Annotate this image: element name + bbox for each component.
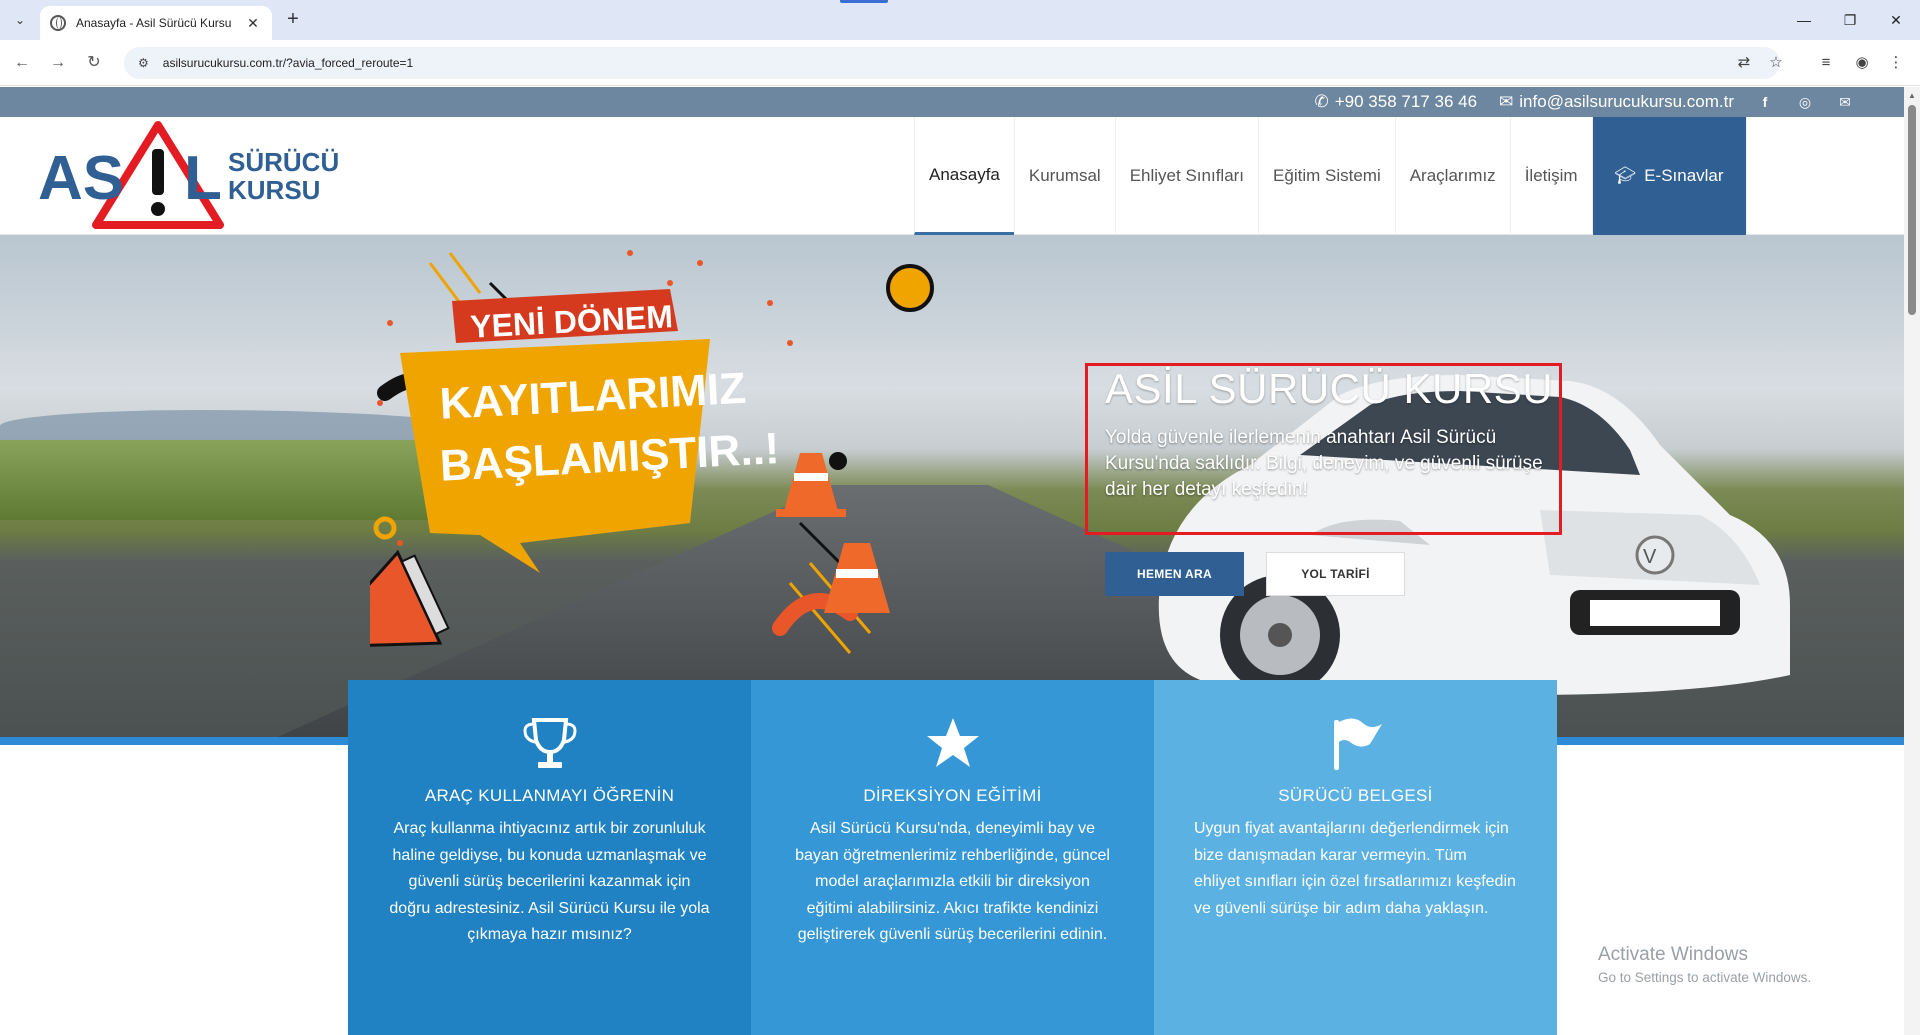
instagram-icon[interactable]: ◎	[1796, 94, 1814, 111]
feature-title: SÜRÜCÜ BELGESİ	[1278, 786, 1433, 805]
flag-icon	[1194, 714, 1517, 774]
feature-boxes: ARAÇ KULLANMAYI ÖĞRENİN Araç kullanma ih…	[348, 680, 1557, 1035]
close-window-button[interactable]: ✕	[1876, 8, 1916, 32]
scroll-up-arrow-icon[interactable]: ▲	[1908, 91, 1916, 100]
hemen-ara-button[interactable]: HEMEN ARA	[1105, 552, 1244, 596]
phone-number: +90 358 717 36 46	[1334, 92, 1478, 111]
feature-text: Uygun fiyat avantajlarını değerlendirmek…	[1194, 820, 1516, 917]
nav-cta-label: E-Sınavlar	[1644, 166, 1724, 185]
bookmark-star-icon[interactable]: ☆	[1764, 51, 1788, 75]
logo-line2: KURSU	[228, 175, 320, 205]
forward-button[interactable]: →	[46, 51, 70, 75]
feature-title: DİREKSİYON EĞİTİMİ	[863, 786, 1042, 805]
site-settings-icon[interactable]: ⚙	[138, 56, 149, 70]
hero-title: ASİL SÜRÜCÜ KURSU	[1105, 365, 1554, 412]
envelope-icon: ✉	[1499, 92, 1514, 111]
feature-box-license: SÜRÜCÜ BELGESİ Uygun fiyat avantajlarını…	[1154, 680, 1557, 1035]
site-header: AS L SÜRÜCÜ KURSU Anasayfa Kurumsal Ehli…	[0, 117, 1904, 235]
reading-list-icon[interactable]: ≡	[1814, 51, 1838, 75]
address-bar[interactable]: ⚙ asilsurucukursu.com.tr/?avia_forced_re…	[124, 47, 1780, 79]
site-logo[interactable]: AS L SÜRÜCÜ KURSU	[38, 119, 348, 231]
email-address: info@asilsurucukursu.com.tr	[1519, 92, 1734, 111]
svg-text:V: V	[1643, 546, 1657, 568]
new-tab-button[interactable]: +	[282, 9, 304, 31]
watermark-line2: Go to Settings to activate Windows.	[1598, 970, 1812, 985]
tab-search-icon[interactable]: ⌄	[8, 8, 32, 32]
nav-e-sinavlar-button[interactable]: 🎓︎ E-Sınavlar	[1591, 117, 1746, 235]
tab-title: Anasayfa - Asil Sürücü Kursu	[76, 16, 232, 30]
facebook-icon[interactable]: f	[1756, 94, 1774, 110]
hero-slider: YENİ DÖNEM KAYITLARIMIZ BAŞLAMIŞTIR..! V…	[0, 235, 1904, 745]
main-navigation: Anasayfa Kurumsal Ehliyet Sınıfları Eğit…	[914, 117, 1836, 235]
close-tab-icon[interactable]: ✕	[244, 15, 262, 32]
contact-bar: ✆ +90 358 717 36 46 ✉ info@asilsurucukur…	[0, 87, 1904, 117]
feature-title: ARAÇ KULLANMAYI ÖĞRENİN	[424, 786, 675, 805]
back-button[interactable]: ←	[10, 51, 34, 75]
feature-box-driving: ARAÇ KULLANMAYI ÖĞRENİN Araç kullanma ih…	[348, 680, 751, 1035]
nav-egitim-sistemi[interactable]: Eğitim Sistemi	[1258, 117, 1395, 235]
translate-icon[interactable]: ⇄	[1732, 51, 1756, 75]
watermark-line1: Activate Windows	[1598, 944, 1748, 965]
logo-letters-right: L	[184, 144, 222, 213]
nav-araclarimiz[interactable]: Araçlarımız	[1394, 117, 1510, 235]
profile-icon[interactable]: ◉	[1850, 51, 1874, 75]
trophy-icon	[388, 714, 711, 774]
mail-icon[interactable]: ✉	[1836, 94, 1854, 111]
browser-tab[interactable]: Anasayfa - Asil Sürücü Kursu ✕	[40, 6, 272, 40]
feature-text: Araç kullanma ihtiyacınız artık bir zoru…	[389, 820, 710, 943]
feature-box-steering: DİREKSİYON EĞİTİMİ Asil Sürücü Kursu'nda…	[751, 680, 1154, 1035]
email-link[interactable]: ✉ info@asilsurucukursu.com.tr	[1499, 92, 1734, 112]
scrollbar-thumb[interactable]	[1908, 105, 1916, 315]
nav-ehliyet-siniflari[interactable]: Ehliyet Sınıfları	[1114, 117, 1258, 235]
page-scrollbar[interactable]: ▲	[1904, 87, 1920, 1035]
minimize-button[interactable]: —	[1784, 8, 1824, 32]
reload-button[interactable]: ↻	[82, 51, 106, 75]
logo-line1: SÜRÜCÜ	[228, 147, 339, 177]
feature-text: Asil Sürücü Kursu'nda, deneyimli bay ve …	[795, 820, 1110, 943]
nav-iletisim[interactable]: İletişim	[1509, 117, 1592, 235]
restore-button[interactable]: ❐	[1830, 8, 1870, 32]
logo-letters-left: AS	[38, 144, 124, 213]
phone-link[interactable]: ✆ +90 358 717 36 46	[1315, 92, 1478, 112]
yol-tarifi-button[interactable]: YOL TARİFİ	[1266, 552, 1405, 596]
star-icon	[791, 714, 1114, 774]
nav-spacer	[1745, 117, 1836, 235]
nav-kurumsal[interactable]: Kurumsal	[1013, 117, 1115, 235]
promo-graphic: YENİ DÖNEM KAYITLARIMIZ BAŞLAMIŞTIR..!	[370, 250, 934, 654]
url-text: asilsurucukursu.com.tr/?avia_forced_rero…	[162, 56, 414, 70]
graduation-cap-icon: 🎓︎	[1614, 166, 1637, 185]
tab-indicator	[840, 0, 888, 3]
browser-tabstrip: ⌄ Anasayfa - Asil Sürücü Kursu ✕ + — ❐ ✕	[0, 0, 1920, 40]
windows-activation-watermark: Activate Windows Go to Settings to activ…	[1598, 944, 1811, 985]
browser-toolbar: ← → ↻ ⚙ asilsurucukursu.com.tr/?avia_for…	[0, 40, 1920, 86]
hero-description: Yolda güvenle ilerlemenin anahtarı Asil …	[1105, 427, 1543, 500]
phone-icon: ✆	[1314, 92, 1329, 111]
logo-exclamation	[152, 149, 164, 195]
globe-icon	[50, 15, 66, 31]
menu-kebab-icon[interactable]: ⋮	[1884, 51, 1908, 75]
nav-anasayfa[interactable]: Anasayfa	[914, 117, 1014, 235]
page-viewport: ✆ +90 358 717 36 46 ✉ info@asilsurucukur…	[0, 87, 1904, 1035]
